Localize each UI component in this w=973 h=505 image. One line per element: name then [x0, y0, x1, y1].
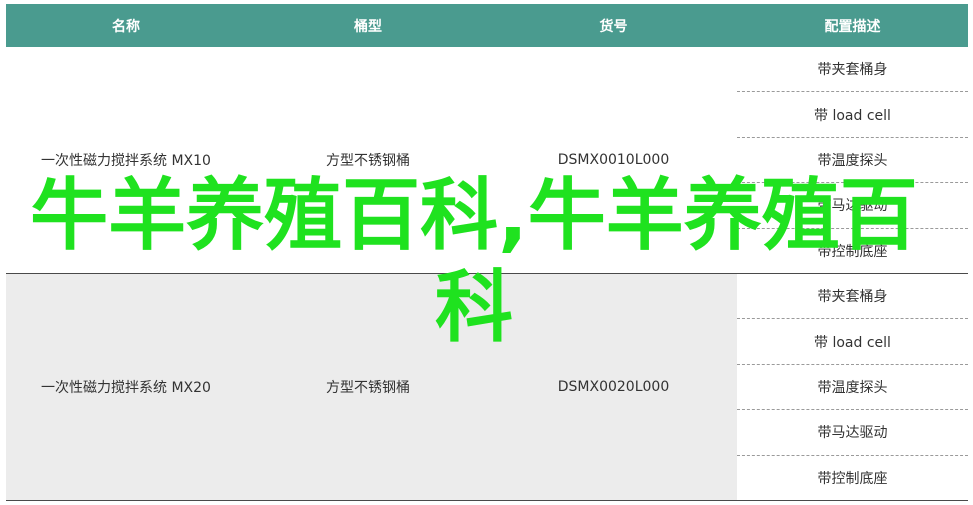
- config-item: 带马达驱动: [737, 410, 968, 456]
- config-item: 带温度探头: [737, 364, 968, 411]
- config-item: 带夹套桶身: [737, 274, 968, 320]
- sku: DSMX0020L000: [557, 379, 670, 395]
- config-item: 带夹套桶身: [737, 47, 968, 93]
- sku: DSMX0010L000: [557, 152, 670, 168]
- product-name: 一次性磁力搅拌系统 MX20: [41, 380, 211, 396]
- header-name: 名称: [112, 18, 140, 35]
- config-list: 带夹套桶身 带 load cell 带温度探头 带马达驱动 带控制底座: [737, 47, 968, 274]
- config-list: 带夹套桶身 带 load cell 带温度探头 带马达驱动 带控制底座: [737, 274, 968, 501]
- config-item: 带 load cell: [737, 319, 968, 365]
- header-sku: 货号: [599, 18, 628, 35]
- product-table: 名称 桶型 货号 配置描述 一次性磁力搅拌系统 MX10 方型不锈钢桶 DSMX…: [6, 4, 968, 501]
- bucket-type: 方型不锈钢桶: [326, 380, 410, 396]
- header-config: 配置描述: [824, 18, 881, 35]
- config-item: 带温度探头: [737, 137, 968, 184]
- bucket-type: 方型不锈钢桶: [326, 153, 410, 169]
- config-item: 带 load cell: [737, 92, 968, 138]
- table-header: 名称 桶型 货号 配置描述: [6, 4, 968, 47]
- config-item: 带控制底座: [737, 228, 968, 274]
- config-item: 带控制底座: [737, 455, 968, 501]
- table-row: 一次性磁力搅拌系统 MX10 方型不锈钢桶 DSMX0010L000 带夹套桶身…: [6, 47, 968, 274]
- table-row: 一次性磁力搅拌系统 MX20 方型不锈钢桶 DSMX0020L000 带夹套桶身…: [6, 274, 968, 501]
- product-name: 一次性磁力搅拌系统 MX10: [41, 153, 211, 169]
- header-bucket: 桶型: [354, 18, 382, 35]
- config-item: 带马达驱动: [737, 183, 968, 229]
